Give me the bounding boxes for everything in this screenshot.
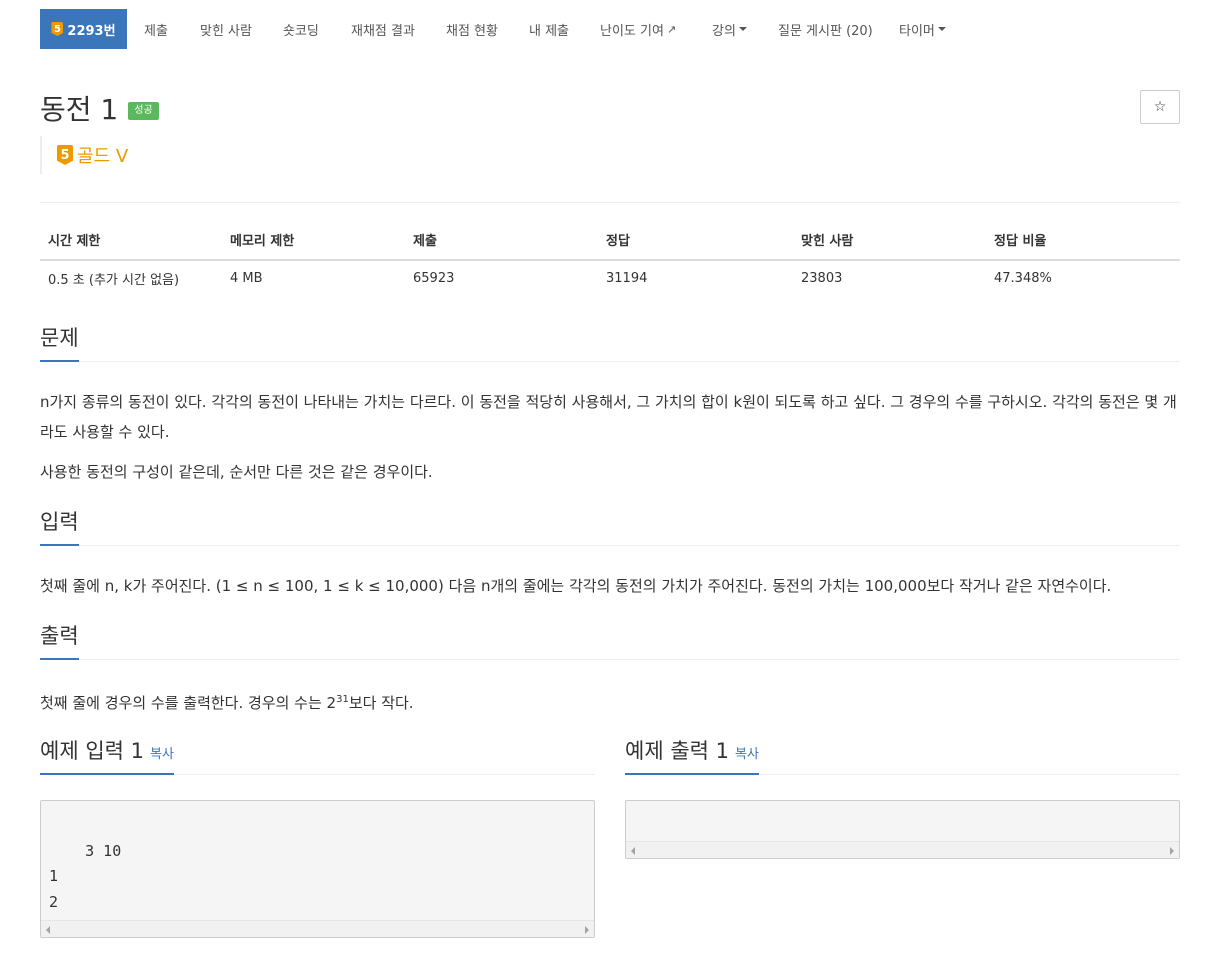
tier-name: 골드 V xyxy=(77,146,129,167)
tier-badge-icon: 5 xyxy=(57,145,73,165)
header-solved-users: 맞힌 사람 xyxy=(793,222,986,261)
scroll-left-arrow-icon[interactable] xyxy=(46,926,50,934)
problem-tier: 5 골드 V xyxy=(40,136,128,174)
nav-my-submissions[interactable]: 내 제출 xyxy=(529,9,569,49)
header-submissions: 제출 xyxy=(405,222,598,261)
divider xyxy=(40,202,1180,203)
copy-sample-output-button[interactable]: 복사 xyxy=(735,747,759,762)
nav-timer-label: 타이머 xyxy=(899,23,935,39)
scroll-left-arrow-icon[interactable] xyxy=(631,847,635,855)
horizontal-scrollbar[interactable] xyxy=(41,920,594,937)
header-time-limit: 시간 제한 xyxy=(40,222,222,261)
problem-paragraph-2: 사용한 동전의 구성이 같은데, 순서만 다른 것은 같은 경우이다. xyxy=(40,463,433,481)
nav-status[interactable]: 채점 현황 xyxy=(446,9,498,49)
input-section-header: 입력 xyxy=(40,510,1180,546)
nav-lectures-label: 강의 xyxy=(712,23,736,39)
nav-submit[interactable]: 제출 xyxy=(144,9,168,49)
problem-title: 동전 1 성공 xyxy=(40,88,159,128)
problem-nav: 5 2293번 제출 맞힌 사람 숏코딩 재채점 결과 채점 현황 내 제출 난… xyxy=(40,9,1180,49)
caret-down-icon xyxy=(937,27,946,31)
star-icon: ☆ xyxy=(1153,99,1167,115)
sample-input-title: 예제 입력 1 복사 xyxy=(40,735,174,775)
table-row: 0.5 초 (추가 시간 없음) 4 MB 65923 31194 23803 … xyxy=(40,260,1180,296)
value-time-limit: 0.5 초 (추가 시간 없음) xyxy=(48,273,180,288)
tier-badge-icon: 5 xyxy=(51,22,64,36)
problem-section-header: 문제 xyxy=(40,326,1180,362)
sample-output-header: 예제 출력 1 복사 xyxy=(625,739,1180,775)
output-text-before: 첫째 줄에 경우의 수를 출력한다. 경우의 수는 2 xyxy=(40,694,337,712)
problem-section-title: 문제 xyxy=(40,322,79,362)
value-memory-limit: 4 MB xyxy=(230,271,263,286)
sample-input-header: 예제 입력 1 복사 xyxy=(40,739,595,775)
external-link-icon: ↗ xyxy=(666,22,677,36)
output-exponent: 31 xyxy=(336,694,349,705)
problem-paragraph-1: n가지 종류의 동전이 있다. 각각의 동전이 나타내는 가치는 다르다. 이 … xyxy=(40,393,1177,441)
value-accepted: 31194 xyxy=(606,271,648,286)
sample-input-box[interactable]: 3 10 1 2 5 xyxy=(40,800,595,938)
header-accept-ratio: 정답 비율 xyxy=(986,222,1180,261)
horizontal-scrollbar[interactable] xyxy=(626,841,1179,858)
problem-description: n가지 종류의 동전이 있다. 각각의 동전이 나타내는 가치는 다르다. 이 … xyxy=(40,387,1180,487)
output-text-after: 보다 작다. xyxy=(348,694,414,712)
nav-timer-dropdown[interactable]: 타이머 xyxy=(899,9,946,49)
output-description: 첫째 줄에 경우의 수를 출력한다. 경우의 수는 231보다 작다. xyxy=(40,685,1180,718)
sample-input-title-text: 예제 입력 1 xyxy=(40,739,144,763)
problem-title-text: 동전 1 xyxy=(40,93,119,126)
header-memory-limit: 메모리 제한 xyxy=(222,222,405,261)
nav-problem-number[interactable]: 5 2293번 xyxy=(40,9,127,49)
nav-rejudge-results[interactable]: 재채점 결과 xyxy=(351,9,415,49)
sample-output-title: 예제 출력 1 복사 xyxy=(625,735,759,775)
caret-down-icon xyxy=(738,27,747,31)
header-accepted: 정답 xyxy=(598,222,793,261)
problem-info-table: 시간 제한 메모리 제한 제출 정답 맞힌 사람 정답 비율 0.5 초 (추가… xyxy=(40,222,1180,296)
page: 5 2293번 제출 맞힌 사람 숏코딩 재채점 결과 채점 현황 내 제출 난… xyxy=(0,0,1210,962)
nav-lectures-dropdown[interactable]: 강의 xyxy=(712,9,747,49)
value-accept-ratio: 47.348% xyxy=(994,271,1052,286)
nav-difficulty-contribution[interactable]: 난이도 기여 ↗ xyxy=(600,9,676,49)
status-badge: 성공 xyxy=(128,102,159,120)
output-section-header: 출력 xyxy=(40,624,1180,660)
nav-difficulty-label: 난이도 기여 xyxy=(600,23,664,39)
nav-short-coding[interactable]: 숏코딩 xyxy=(283,9,319,49)
sample-output-box[interactable]: 10 xyxy=(625,800,1180,859)
input-description: 첫째 줄에 n, k가 주어진다. (1 ≤ n ≤ 100, 1 ≤ k ≤ … xyxy=(40,577,1112,595)
scroll-right-arrow-icon[interactable] xyxy=(1170,847,1174,855)
input-section-title: 입력 xyxy=(40,506,79,546)
value-solved-users: 23803 xyxy=(801,271,843,286)
table-header-row: 시간 제한 메모리 제한 제출 정답 맞힌 사람 정답 비율 xyxy=(40,222,1180,261)
nav-question-board[interactable]: 질문 게시판 (20) xyxy=(778,9,873,49)
value-submissions: 65923 xyxy=(413,271,455,286)
favorite-star-button[interactable]: ☆ xyxy=(1140,90,1180,124)
output-section-title: 출력 xyxy=(40,620,79,660)
scroll-right-arrow-icon[interactable] xyxy=(585,926,589,934)
nav-problem-number-label: 2293번 xyxy=(67,23,116,39)
sample-output-title-text: 예제 출력 1 xyxy=(625,739,729,763)
nav-solved-users[interactable]: 맞힌 사람 xyxy=(200,9,252,49)
copy-sample-input-button[interactable]: 복사 xyxy=(150,747,174,762)
